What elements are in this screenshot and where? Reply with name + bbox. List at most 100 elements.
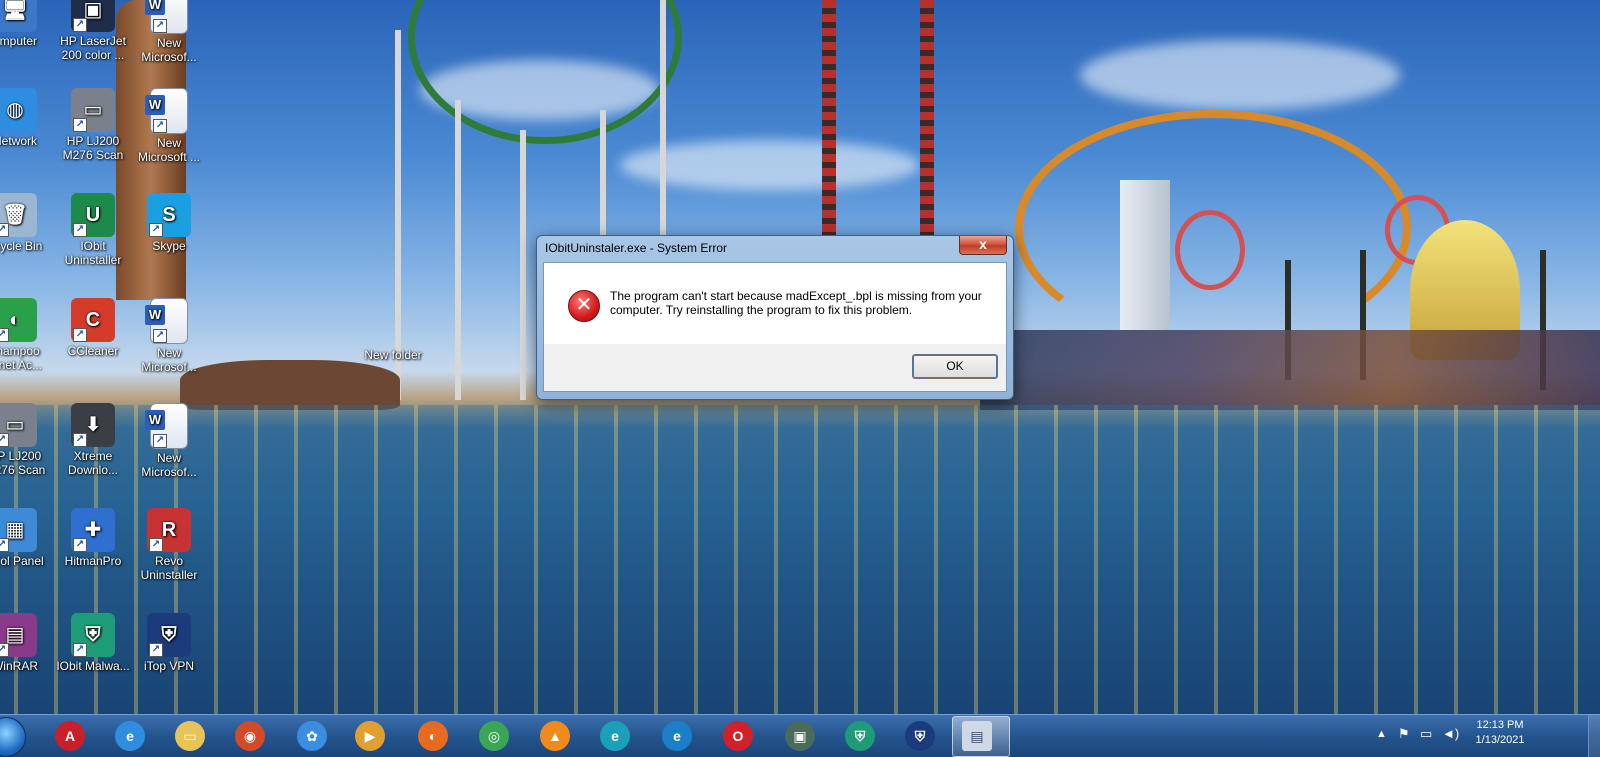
cloud (1080, 40, 1400, 110)
desktop-icon-label: WinRAR (0, 659, 38, 673)
taskbar-opera-icon[interactable]: O (723, 721, 753, 751)
word-icon: W (145, 305, 165, 325)
desktop-icon[interactable]: ◍ Network (0, 88, 52, 148)
desktop-icon-image: W ↗ (145, 0, 188, 34)
taskbar-adobe-reader-icon[interactable]: A (55, 721, 85, 751)
taskbar-clock[interactable]: 12:13 PM 1/13/2021 (1470, 718, 1530, 748)
desktop-icon-label: Xtreme Downlo... (67, 449, 119, 477)
dialog-body: ✕ The program can't start because madExc… (543, 262, 1007, 346)
app-glyph-icon: ✚ (84, 519, 102, 541)
taskbar-itop-vpn-icon[interactable]: ⛨ (905, 721, 935, 751)
shortcut-arrow-icon: ↗ (73, 118, 87, 132)
desktop-icon[interactable]: W ↗ New Microsof... (132, 298, 206, 374)
app-glyph-icon: ▦ (5, 519, 25, 541)
drop-tower (920, 0, 934, 240)
desktop-icon-image: ◐ ↗ (0, 298, 37, 342)
green-coaster-loop (408, 0, 682, 144)
app-glyph-icon: 🗑 (2, 204, 28, 226)
app-glyph-icon: U (85, 204, 101, 226)
taskbar-unknown-red-icon[interactable]: ◉ (235, 721, 265, 751)
coaster-support (520, 130, 526, 400)
desktop-icon-image: W ↗ (145, 403, 188, 449)
taskbar-cloud-app-icon[interactable]: ✿ (297, 721, 327, 751)
desktop-icon-image: ◍ (0, 88, 37, 132)
desktop-icon[interactable]: ◐↗shampoo ernet Ac... (0, 298, 52, 372)
desktop-icon-label: HP LJ200 M276 Scan (0, 449, 46, 477)
desktop-icon-label: IObit Uninstaller (64, 239, 122, 267)
desktop-icon[interactable]: ⬇ ↗ Xtreme Downlo... (56, 403, 130, 477)
taskbar-edge-2-icon[interactable]: e (662, 721, 692, 751)
desktop-icon[interactable]: ▭↗ HP LJ200 M276 Scan (56, 88, 130, 162)
taskbar-iobit-malware-icon[interactable]: ⛨ (845, 721, 875, 751)
desktop-icon[interactable]: S ↗ Skype (132, 193, 206, 253)
app-glyph-icon: ▤ (5, 624, 25, 646)
shortcut-arrow-icon: ↗ (73, 223, 87, 237)
taskbar-edge-icon[interactable]: e (600, 721, 630, 751)
desktop-icon-label: HP LJ200 M276 Scan (62, 134, 124, 162)
desktop-icon[interactable]: ✚ ↗ HitmanPro (56, 508, 130, 568)
word-icon: W (145, 95, 165, 115)
shortcut-arrow-icon: ↗ (0, 538, 9, 552)
desktop-icon[interactable]: ▦↗ ntrol Panel (0, 508, 52, 568)
taskbar-vlc-icon[interactable]: ▲ (540, 721, 570, 751)
desktop-icon-label: New Microsof... (141, 346, 197, 374)
desktop-icon[interactable]: ⛨ ↗ IObit Malwa... (56, 613, 130, 673)
desktop-icon[interactable]: C ↗ CCleaner (56, 298, 130, 358)
shortcut-arrow-icon: ↗ (0, 433, 9, 447)
taskbar-internet-explorer-icon[interactable]: e (115, 721, 145, 751)
shortcut-arrow-icon: ↗ (73, 328, 87, 342)
desktop-icon[interactable]: W ↗ New Microsof... (132, 403, 206, 479)
shortcut-arrow-icon: ↗ (73, 433, 87, 447)
shortcut-arrow-icon: ↗ (153, 119, 167, 133)
desktop-icon[interactable]: 🗑↗ ecycle Bin (0, 193, 52, 253)
coaster-support (455, 100, 461, 400)
desktop-icon-image: W ↗ (145, 88, 188, 134)
shortcut-arrow-icon: ↗ (73, 538, 87, 552)
desktop-icon[interactable]: R ↗ Revo Uninstaller (132, 508, 206, 582)
taskbar-monitor-app-icon[interactable]: ▣ (785, 721, 815, 751)
desktop-icon[interactable]: ▣ ↗ HP LaserJet 200 color ... (56, 0, 130, 62)
desktop-icon-image: 🖥 (0, 0, 37, 32)
desktop-icon-label: HP LaserJet 200 color ... (60, 34, 126, 62)
desktop-icon[interactable]: ▤↗ WinRAR (0, 613, 52, 673)
error-icon: ✕ (568, 290, 600, 322)
lake-reflection (0, 405, 1600, 714)
desktop-icon[interactable]: ⛨ ↗ iTop VPN (132, 613, 206, 673)
shortcut-arrow-icon: ↗ (153, 329, 167, 343)
skyscraper (1120, 180, 1170, 330)
desktop-icon[interactable]: U ↗ IObit Uninstaller (56, 193, 130, 267)
desktop-icon[interactable]: W ↗ New Microsof... (132, 0, 206, 64)
desktop-icon-image: ⬇ ↗ (71, 403, 115, 447)
word-icon: W (145, 0, 165, 15)
taskbar-media-player-icon[interactable]: ▶ (355, 721, 385, 751)
desktop-icon-image: U ↗ (71, 193, 115, 237)
start-button[interactable] (0, 717, 26, 757)
desktop-icon-label: iTop VPN (143, 659, 195, 673)
desktop-icon-label: New Microsof... (141, 451, 197, 479)
app-glyph-icon: R (161, 519, 177, 541)
shortcut-arrow-icon: ↗ (73, 643, 87, 657)
desktop-icon[interactable]: ↗New folder (356, 302, 430, 362)
rock-island (180, 360, 400, 410)
taskbar-firefox-icon[interactable]: ◐ (418, 721, 448, 751)
desktop-icon[interactable]: ▭↗HP LJ200 M276 Scan (0, 403, 52, 477)
app-glyph-icon: ▣ (83, 0, 103, 21)
desktop-icon-image: R ↗ (147, 508, 191, 552)
desktop-icon-label: Skype (152, 239, 186, 253)
app-glyph-icon: ▭ (83, 99, 103, 121)
park-buildings (980, 330, 1600, 410)
error-message-line-2: computer. Try reinstalling the program t… (610, 303, 913, 317)
close-button[interactable]: x (959, 236, 1007, 255)
desktop-icon[interactable]: 🖥 omputer (0, 0, 52, 48)
taskbar-file-explorer-icon[interactable]: ▭ (175, 721, 205, 751)
app-glyph-icon: ◍ (6, 99, 24, 121)
desktop-icon-image: ▦ ↗ (0, 508, 37, 552)
desktop-icon[interactable]: W ↗ New Microsoft ... (132, 88, 206, 164)
taskbar-chrome-icon[interactable]: ◎ (479, 721, 509, 751)
dialog-title: IObitUninstaler.exe - System Error (545, 241, 728, 255)
ok-button[interactable]: OK (912, 354, 998, 379)
desktop-icon-image: C ↗ (71, 298, 115, 342)
desktop-icon-label: IObit Malwa... (56, 659, 130, 673)
show-desktop-button[interactable] (1588, 715, 1600, 757)
taskbar-active-window-icon[interactable]: ▤ (962, 721, 992, 751)
